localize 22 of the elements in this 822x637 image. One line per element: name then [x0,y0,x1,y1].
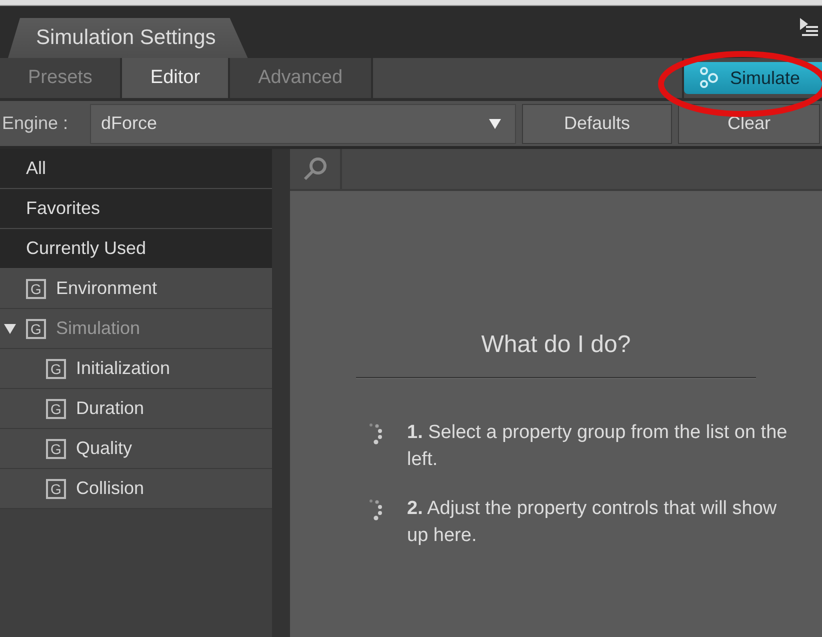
simulate-button[interactable]: Simulate [684,62,822,94]
dropdown-arrow-icon [489,118,501,128]
engine-label: Engine : [1,113,70,134]
group-icon: G [26,318,46,338]
category-item[interactable]: Currently Used [0,229,272,269]
panel-tab[interactable]: Simulation Settings [8,18,248,58]
engine-dropdown[interactable]: dForce [90,104,516,144]
group-icon: G [46,438,66,458]
group-icon: G [46,358,66,378]
tab[interactable]: Editor [122,58,230,98]
help-heading: What do I do? [481,331,631,359]
category-item[interactable]: Favorites [0,189,272,229]
help-step: 2. Adjust the property controls that will show up here. [407,495,801,549]
group-icon: G [26,278,46,298]
search-icon[interactable] [302,156,328,182]
help-step: 1. Select a property group from the list on the left. [407,419,801,473]
group-icon: G [46,478,66,498]
menu-icon[interactable] [798,16,818,38]
category-item[interactable]: All [0,149,272,189]
group-item[interactable]: Environment [56,278,158,299]
toolbar-button[interactable]: Defaults [522,104,672,144]
group-icon: G [46,398,66,418]
